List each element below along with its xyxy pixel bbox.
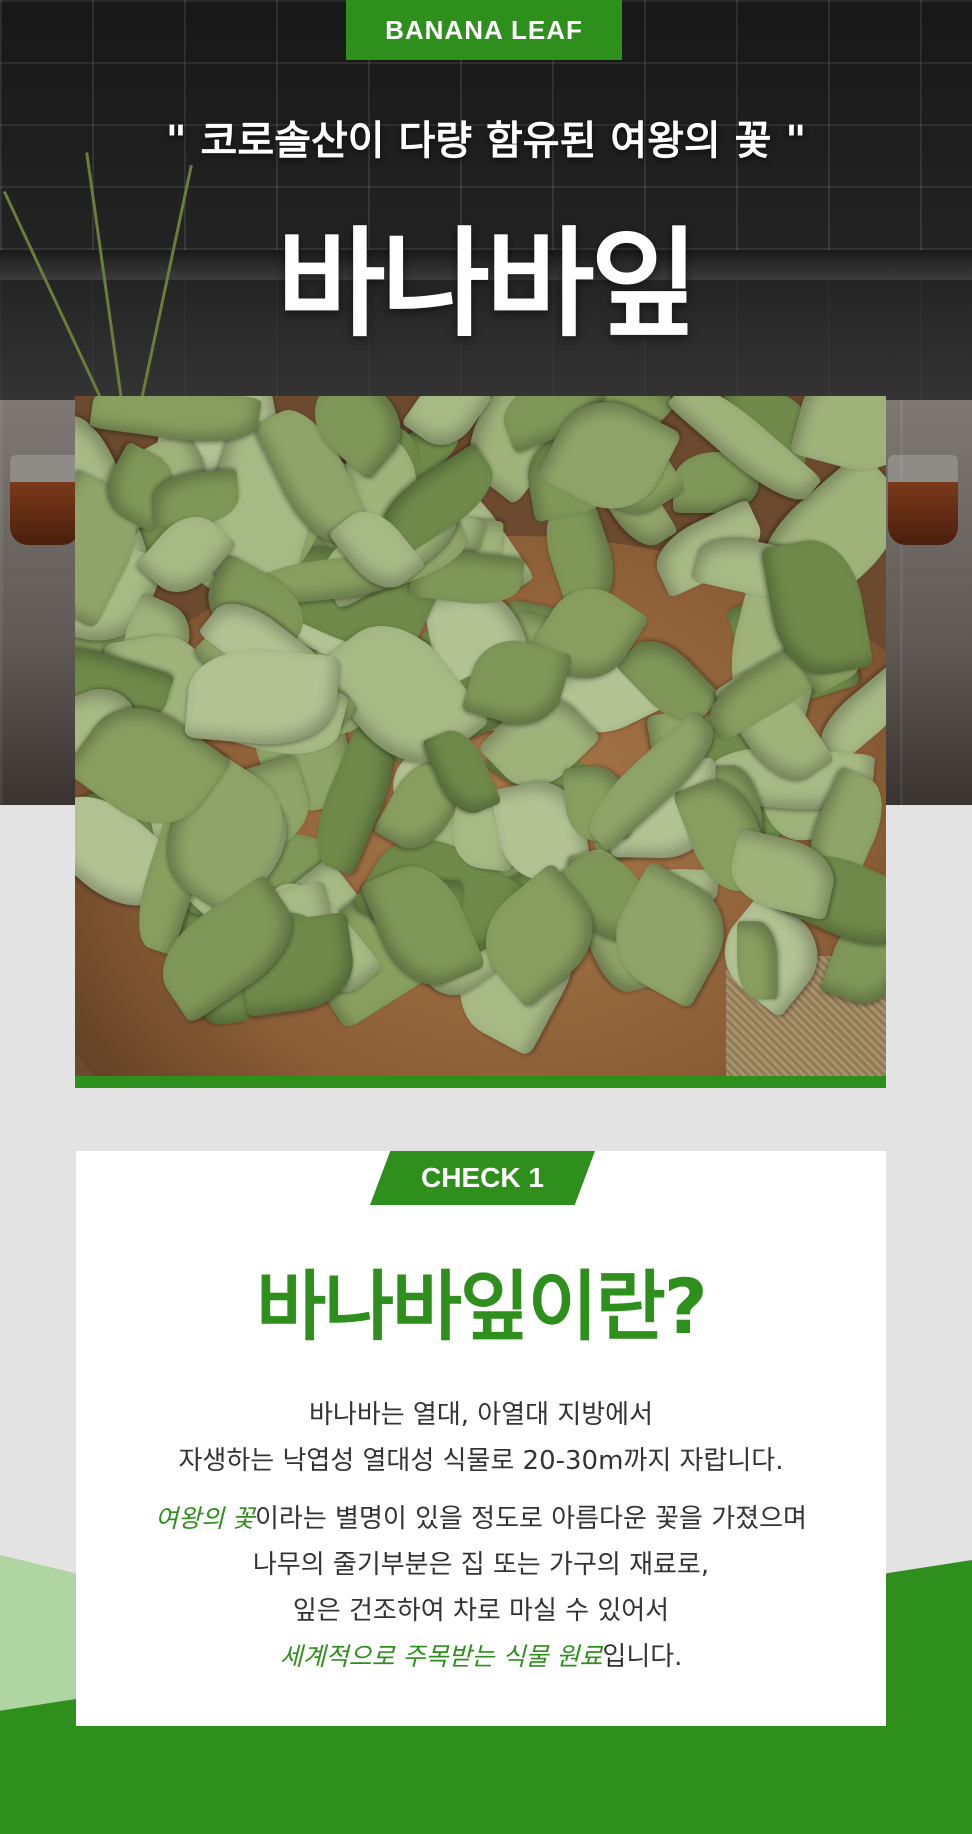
banana-leaf-badge: BANANA LEAF	[346, 0, 622, 60]
description-intro: 바나바는 열대, 아열대 지방에서 자생하는 낙엽성 열대성 식물로 20-30…	[76, 1392, 886, 1484]
hero-subtitle: " 코로솔산이 다량 함유된 여왕의 꽃 "	[165, 118, 807, 164]
description-line: 바나바는 열대, 아열대 지방에서	[308, 1400, 654, 1430]
description-line: 세계적으로 주목받는 식물 원료입니다.	[76, 1634, 886, 1680]
dried-leaves-photo	[75, 396, 886, 1076]
check-tag: CHECK 1	[370, 1151, 595, 1205]
highlight-text: 세계적으로 주목받는 식물 원료	[279, 1642, 603, 1671]
tea-cup-right	[888, 455, 958, 545]
tea-cup-left	[10, 455, 80, 545]
description-line: 잎은 건조하여 차로 마실 수 있어서	[292, 1596, 670, 1626]
badge-label: BANANA LEAF	[385, 14, 583, 45]
description-body: 여왕의 꽃이라는 별명이 있을 정도로 아름다운 꽃을 가졌으며 나무의 줄기부…	[76, 1496, 886, 1680]
description-line: 나무의 줄기부분은 집 또는 가구의 재료로,	[252, 1550, 710, 1580]
hero-title: 바나바잎	[276, 215, 699, 353]
highlight-text: 여왕의 꽃	[155, 1504, 256, 1533]
description-line: 여왕의 꽃이라는 별명이 있을 정도로 아름다운 꽃을 가졌으며	[76, 1496, 886, 1542]
description-text: 입니다.	[602, 1642, 683, 1672]
photo-accent-bar	[75, 1076, 886, 1088]
description-text: 이라는 별명이 있을 정도로 아름다운 꽃을 가졌으며	[255, 1504, 807, 1534]
description-line: 자생하는 낙엽성 열대성 식물로 20-30m까지 자랍니다.	[178, 1446, 784, 1476]
check-tag-label: CHECK 1	[421, 1162, 544, 1193]
section-title: 바나바잎이란?	[256, 1262, 708, 1351]
